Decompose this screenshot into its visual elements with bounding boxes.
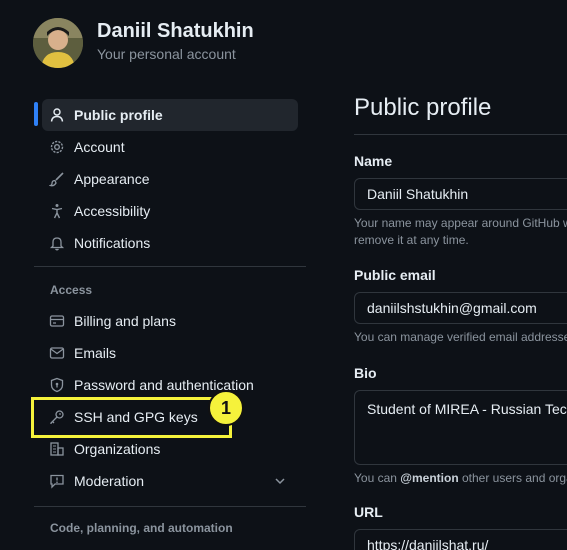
sidebar-item-label: Account bbox=[74, 139, 125, 155]
title-divider bbox=[354, 134, 567, 135]
public-email-label: Public email bbox=[354, 267, 436, 283]
report-icon bbox=[48, 472, 66, 490]
public-email-select[interactable]: daniilshstukhin@gmail.com bbox=[354, 292, 567, 324]
person-icon bbox=[48, 106, 66, 124]
user-name[interactable]: Daniil Shatukhin bbox=[97, 20, 254, 43]
section-heading-code: Code, planning, and automation bbox=[50, 521, 233, 535]
chevron-down-icon[interactable] bbox=[272, 473, 288, 492]
bio-textarea[interactable]: Student of MIREA - Russian Tec bbox=[354, 390, 567, 465]
sidebar-item-public-profile[interactable]: Public profile bbox=[42, 99, 298, 131]
bio-help-text: You can @mention other users and orga bbox=[354, 470, 567, 487]
email-help-text: You can manage verified email addresse bbox=[354, 330, 567, 344]
sidebar-divider bbox=[34, 506, 306, 507]
sidebar-item-label: Organizations bbox=[74, 441, 161, 457]
name-help-text-line1: Your name may appear around GitHub w bbox=[354, 216, 567, 230]
bio-help-prefix: You can bbox=[354, 471, 397, 485]
sidebar-item-notifications[interactable]: Notifications bbox=[42, 227, 298, 259]
name-field-value: Daniil Shatukhin bbox=[367, 186, 469, 202]
avatar[interactable] bbox=[33, 18, 83, 68]
accessibility-icon bbox=[48, 202, 66, 220]
sidebar-item-emails[interactable]: Emails bbox=[42, 337, 298, 369]
sidebar-item-label: Accessibility bbox=[74, 203, 151, 219]
sidebar-item-label: Appearance bbox=[74, 171, 150, 187]
sidebar-item-moderation[interactable]: Moderation bbox=[42, 465, 298, 497]
annotation-step-badge: 1 bbox=[208, 390, 244, 426]
settings-page: Daniil Shatukhin Your personal account P… bbox=[0, 0, 567, 550]
active-indicator bbox=[34, 102, 38, 126]
sidebar-divider bbox=[34, 266, 306, 267]
name-field[interactable]: Daniil Shatukhin bbox=[354, 178, 567, 210]
name-help-text-line2: remove it at any time. bbox=[354, 233, 469, 247]
credit-card-icon bbox=[48, 312, 66, 330]
url-value: https://daniilshat.ru/ bbox=[367, 537, 489, 550]
sidebar-item-billing[interactable]: Billing and plans bbox=[42, 305, 298, 337]
annotation-highlight-box bbox=[31, 397, 232, 438]
bell-icon bbox=[48, 234, 66, 252]
section-heading-access: Access bbox=[50, 283, 93, 297]
sidebar-item-accessibility[interactable]: Accessibility bbox=[42, 195, 298, 227]
bio-help-suffix: other users and orga bbox=[462, 471, 567, 485]
public-email-value: daniilshstukhin@gmail.com bbox=[367, 300, 537, 316]
account-type-label: Your personal account bbox=[97, 46, 236, 62]
paintbrush-icon bbox=[48, 170, 66, 188]
sidebar-item-label: Emails bbox=[74, 345, 117, 361]
bio-label: Bio bbox=[354, 365, 377, 381]
bio-help-mention: @mention bbox=[400, 471, 459, 485]
sidebar-item-label: Moderation bbox=[74, 473, 145, 489]
url-label: URL bbox=[354, 504, 383, 520]
bio-value: Student of MIREA - Russian Tec bbox=[367, 401, 567, 417]
sidebar-item-appearance[interactable]: Appearance bbox=[42, 163, 298, 195]
sidebar-item-label: Public profile bbox=[74, 107, 163, 123]
name-label: Name bbox=[354, 153, 393, 169]
url-field[interactable]: https://daniilshat.ru/ bbox=[354, 529, 567, 550]
sidebar-item-label: Notifications bbox=[74, 235, 151, 251]
sidebar-item-label: Billing and plans bbox=[74, 313, 176, 329]
page-title: Public profile bbox=[354, 94, 492, 121]
shield-lock-icon bbox=[48, 376, 66, 394]
mail-icon bbox=[48, 344, 66, 362]
sidebar-item-account[interactable]: Account bbox=[42, 131, 298, 163]
gear-icon bbox=[48, 138, 66, 156]
organization-icon bbox=[48, 440, 66, 458]
